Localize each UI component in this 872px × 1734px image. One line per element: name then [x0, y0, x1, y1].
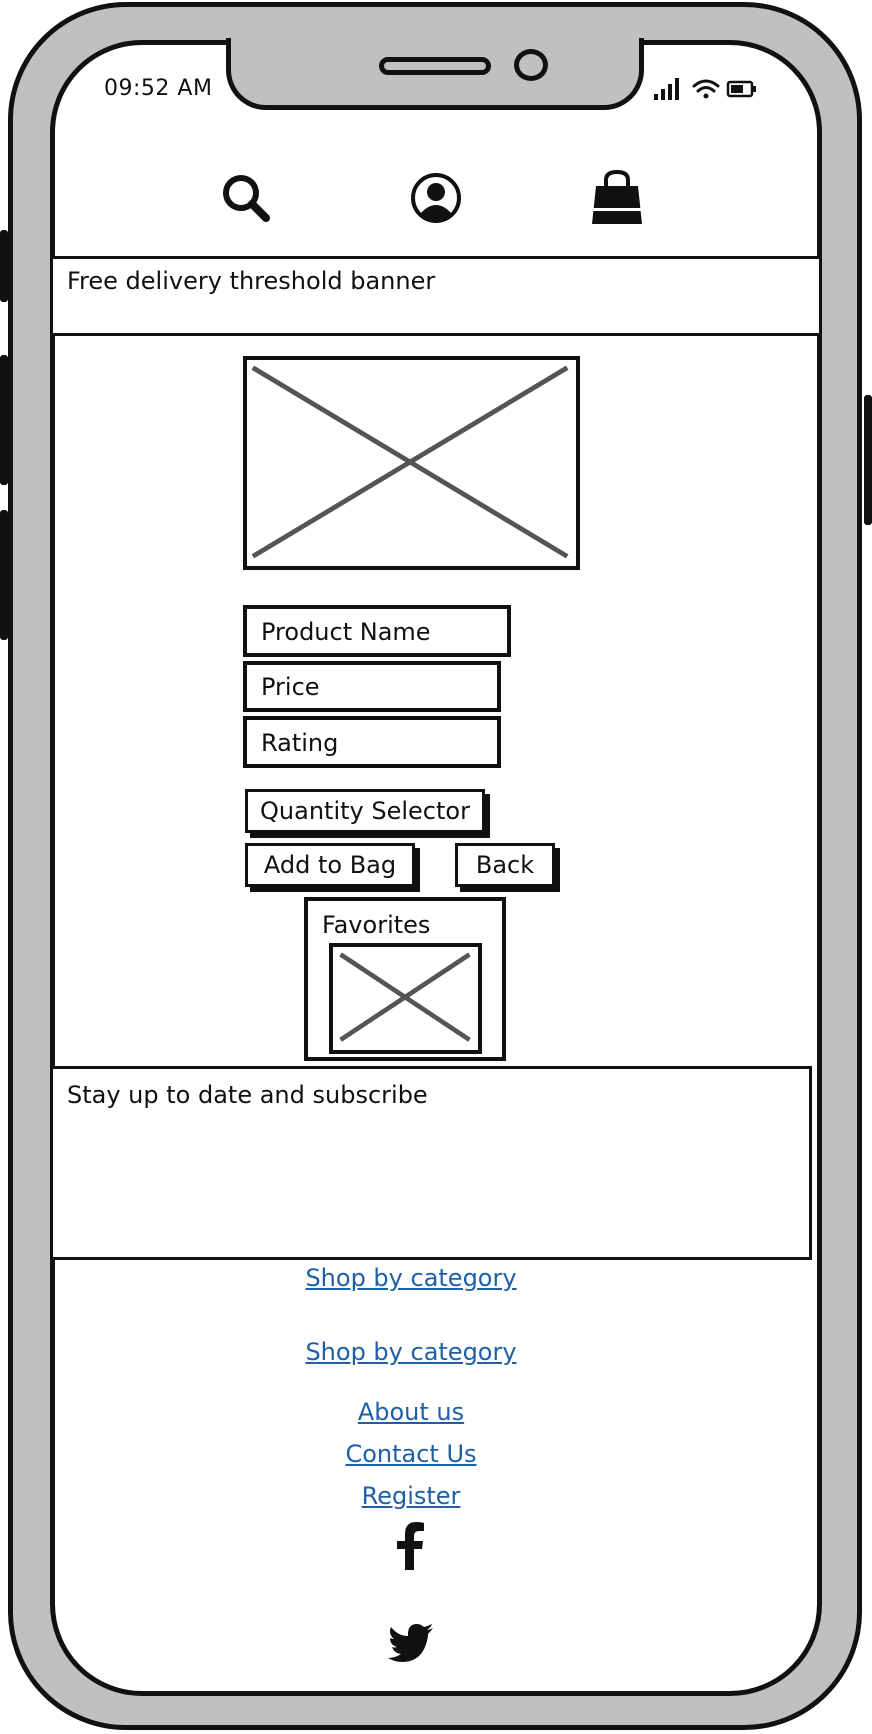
- footer-link-about-us[interactable]: About us: [0, 1398, 822, 1426]
- battery-icon: [726, 80, 756, 98]
- price-text: Price: [261, 673, 320, 701]
- rating-text: Rating: [261, 729, 339, 757]
- phone-side-button: [864, 395, 872, 525]
- favorites-title: Favorites: [322, 911, 431, 939]
- rating-field: Rating: [243, 716, 501, 768]
- price-field: Price: [243, 661, 501, 712]
- twitter-icon[interactable]: [388, 1624, 434, 1662]
- status-time: 09:52 AM: [104, 76, 213, 101]
- footer-link-shop-by-category[interactable]: Shop by category: [0, 1264, 822, 1292]
- footer-link-contact-us[interactable]: Contact Us: [0, 1440, 822, 1468]
- phone-side-button: [0, 355, 8, 485]
- quantity-selector[interactable]: Quantity Selector: [245, 789, 485, 833]
- signal-icon: [654, 78, 679, 100]
- footer-link-register[interactable]: Register: [0, 1482, 822, 1510]
- back-button[interactable]: Back: [455, 843, 555, 887]
- free-delivery-banner: Free delivery threshold banner: [50, 256, 822, 336]
- subscribe-text: Stay up to date and subscribe: [67, 1081, 428, 1109]
- product-name-text: Product Name: [261, 618, 431, 646]
- product-name-field: Product Name: [243, 605, 511, 657]
- phone-speaker: [379, 57, 491, 75]
- wifi-icon: [692, 79, 720, 99]
- favorite-item-image[interactable]: [329, 943, 482, 1054]
- phone-side-button: [0, 510, 8, 640]
- banner-text: Free delivery threshold banner: [67, 267, 436, 295]
- status-icons: [652, 74, 762, 102]
- user-account-icon[interactable]: [408, 170, 464, 226]
- search-icon[interactable]: [218, 170, 274, 226]
- subscribe-section: Stay up to date and subscribe: [50, 1066, 812, 1260]
- facebook-icon[interactable]: [394, 1522, 428, 1570]
- shopping-bag-icon[interactable]: [588, 168, 646, 228]
- add-to-bag-button[interactable]: Add to Bag: [245, 843, 415, 887]
- footer-link-shop-by-category-2[interactable]: Shop by category: [0, 1338, 822, 1366]
- phone-camera: [514, 49, 548, 81]
- product-image: [243, 356, 580, 570]
- phone-side-button: [0, 230, 8, 302]
